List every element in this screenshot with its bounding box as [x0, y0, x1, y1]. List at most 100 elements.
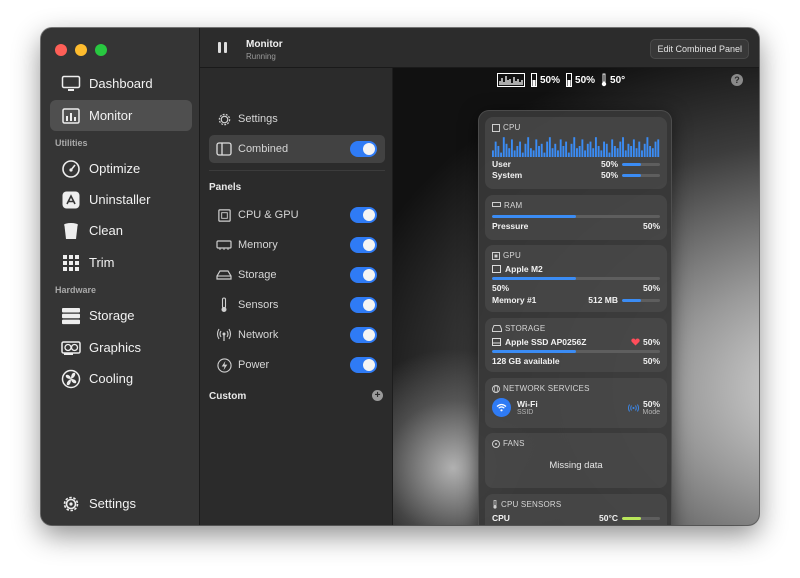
sidebar-item-label: Clean — [89, 223, 123, 238]
storage-toggle[interactable] — [350, 267, 377, 283]
antenna-icon — [216, 327, 232, 343]
network-card: NETWORK SERVICES Wi-Fi SSID 50% Mode — [485, 378, 667, 428]
sensors-toggle[interactable] — [350, 297, 377, 313]
memory-toggle[interactable] — [350, 237, 377, 253]
panel-row-power[interactable]: Power — [209, 351, 385, 379]
settings-row[interactable]: Settings — [209, 105, 385, 133]
divider — [209, 170, 385, 171]
wifi-name: Wi-Fi — [517, 399, 538, 409]
menu-bar-preview: 50% 50% 50° — [497, 71, 625, 89]
gpu-card-header: GPU — [492, 251, 660, 260]
cpu-graph-bar — [616, 148, 619, 157]
panel-label: Memory — [238, 239, 278, 251]
add-custom-panel-button[interactable]: + — [372, 390, 383, 401]
pause-button[interactable] — [218, 42, 230, 54]
cpu-system-value: 50% — [600, 170, 618, 180]
cpu-graph-bar — [592, 148, 595, 157]
sidebar-item-optimize[interactable]: Optimize — [50, 153, 192, 184]
cpu-graph-bar — [554, 143, 557, 157]
sidebar-panel-icon — [216, 141, 232, 157]
sidebar-item-monitor[interactable]: Monitor — [50, 100, 192, 131]
app-store-icon — [61, 190, 81, 210]
ram-card-title: RAM — [504, 201, 523, 210]
sidebar-item-uninstaller[interactable]: Uninstaller — [50, 184, 192, 215]
display-icon — [492, 265, 501, 273]
cpu-gpu-toggle[interactable] — [350, 207, 377, 223]
panel-row-memory[interactable]: Memory — [209, 231, 385, 259]
cpu-card-title: CPU — [503, 123, 521, 132]
cpu-graph-bar — [543, 152, 546, 157]
combined-toggle[interactable] — [350, 141, 377, 157]
cpu-graph-bar — [611, 139, 614, 157]
wifi-ssid: SSID — [517, 409, 534, 416]
panel-row-storage[interactable]: Storage — [209, 261, 385, 289]
storage-available: 128 GB available — [492, 356, 560, 366]
power-toggle[interactable] — [350, 357, 377, 373]
cpu-graph-bar — [532, 150, 535, 157]
storage-card-header: STORAGE — [492, 324, 660, 333]
cpu-graph-bar — [649, 146, 652, 157]
cpu-graph-bar — [635, 148, 638, 157]
close-window-button[interactable] — [55, 44, 67, 56]
monitor-icon — [61, 74, 81, 94]
gpu-card-icon — [61, 338, 81, 358]
sidebar-item-cooling[interactable]: Cooling — [50, 363, 192, 394]
app-window: Dashboard Monitor Utilities Optimize Uni… — [41, 28, 759, 525]
panel-row-network[interactable]: Network — [209, 321, 385, 349]
sidebar-item-storage[interactable]: Storage — [50, 300, 192, 331]
zoom-window-button[interactable] — [95, 44, 107, 56]
sidebar-item-dashboard[interactable]: Dashboard — [50, 68, 192, 99]
cpu-graph-bar — [622, 137, 624, 157]
cpu-graph-bar — [524, 143, 527, 157]
memory-icon — [492, 202, 501, 207]
cpu-graph-bar — [654, 141, 657, 157]
storage-bar — [492, 350, 660, 353]
panel-row-sensors[interactable]: Sensors — [209, 291, 385, 319]
cpu-graph-bar — [619, 141, 622, 157]
help-button[interactable]: ? — [731, 74, 743, 86]
sidebar-item-graphics[interactable]: Graphics — [50, 332, 192, 363]
gear-icon — [216, 111, 232, 127]
panel-preview: 50% 50% 50° ? CPU User 50% System 50% RA… — [393, 68, 759, 525]
sidebar-item-trim[interactable]: Trim — [50, 247, 192, 278]
grid-icon — [61, 253, 81, 273]
cpu-card: CPU User 50% System 50% — [485, 117, 667, 189]
combined-panel: CPU User 50% System 50% RAM Pressure 50%… — [478, 110, 672, 525]
memory-status: 50% — [531, 73, 560, 87]
fan-icon — [61, 369, 81, 389]
temperature-status-value: 50° — [610, 74, 626, 86]
network-value: 50% — [642, 399, 660, 409]
panel-row-cpu-gpu[interactable]: CPU & GPU — [209, 201, 385, 229]
sidebar-item-label: Optimize — [89, 161, 141, 176]
sidebar-item-label: Settings — [89, 496, 136, 511]
cpu-graph-bar — [538, 146, 540, 157]
chip-icon — [492, 251, 500, 260]
minimize-window-button[interactable] — [75, 44, 87, 56]
sidebar-item-label: Graphics — [89, 340, 142, 355]
cpu-graph-bar — [567, 152, 570, 157]
sidebar-item-clean[interactable]: Clean — [50, 215, 192, 246]
cpu-graph-bar — [535, 139, 538, 157]
gpu-bar — [492, 277, 660, 280]
cpu-graph-status — [497, 73, 525, 87]
cpu-graph-bar — [573, 137, 576, 157]
sidebar-item-label: Dashboard — [89, 76, 153, 91]
cpu-graph-bar — [657, 139, 660, 157]
combined-label: Combined — [238, 143, 289, 155]
disk-icon — [492, 338, 501, 346]
cpu-graph-bar — [600, 150, 603, 157]
cpu-graph-bar — [494, 141, 497, 157]
cpu-graph-bar — [608, 152, 611, 157]
ram-pressure-row: Pressure 50% — [492, 221, 660, 231]
edit-combined-panel-button[interactable]: Edit Combined Panel — [650, 39, 749, 59]
sidebar-item-settings[interactable]: Settings — [50, 488, 192, 519]
combined-row[interactable]: Combined — [209, 135, 385, 163]
cpu-graph-bar — [576, 148, 578, 157]
custom-heading: Custom — [209, 391, 247, 402]
cpu-user-bar — [622, 162, 660, 166]
cpu-graph-bar — [589, 141, 592, 157]
cpu-graph-bar — [548, 137, 551, 157]
network-toggle[interactable] — [350, 327, 377, 343]
cpu-mini-graph-icon — [497, 73, 525, 87]
globe-icon — [492, 384, 500, 393]
